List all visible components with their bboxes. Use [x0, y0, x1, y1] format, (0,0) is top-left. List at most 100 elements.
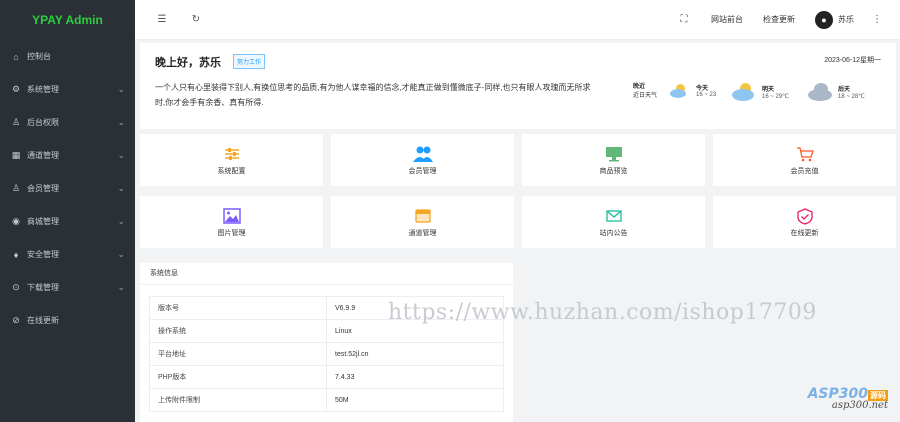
quick-tile-label: 站内公告 [599, 230, 628, 237]
watermark-logo: ASP300 源码 asp300.net [808, 386, 888, 411]
sidebar-item[interactable]: ▦ 通道管理 ⌄ [0, 139, 135, 172]
topbar: ☰ ↻ ⛶ 网站前台 检查更新 ● 苏乐 ⋮ [135, 0, 900, 40]
forecast-today: 今天 16 ~ 23 [670, 83, 716, 98]
check-update-link[interactable]: 检查更新 [763, 14, 795, 25]
info-value: 7.4.33 [326, 365, 504, 389]
sidebar-item-label: 在线更新 [27, 316, 59, 325]
gear-icon: ⚙ [11, 84, 21, 94]
system-info-title: 系统信息 [140, 263, 513, 285]
cart-icon [713, 146, 896, 162]
forecast-tomorrow: 明天 16 ~ 29℃ [732, 83, 789, 101]
sun-cloud-icon [670, 83, 692, 98]
info-value: test.52jl.cn [326, 342, 504, 366]
sidebar-item[interactable]: ◉ 商城管理 ⌄ [0, 205, 135, 238]
cloud-icon [808, 83, 834, 101]
greeting-date: 2023-06-12星期一 [824, 57, 881, 64]
quick-tile[interactable]: 系统配置 [140, 134, 323, 186]
sidebar-item[interactable]: ♙ 后台权限 ⌄ [0, 106, 135, 139]
brand-logo[interactable]: YPAY Admin [0, 0, 135, 40]
chevron-down-icon: ⌄ [117, 150, 125, 160]
quick-tile[interactable]: 会员充值 [713, 134, 896, 186]
sidebar-item[interactable]: ⊘ 在线更新 [0, 304, 135, 337]
chevron-down-icon: ⌄ [117, 216, 125, 226]
avatar[interactable]: ● [815, 10, 833, 29]
chevron-down-icon: ⌄ [117, 117, 125, 127]
sidebar-item[interactable]: ⚙ 系统管理 ⌄ [0, 73, 135, 106]
sidebar-item-label: 后台权限 [27, 118, 59, 127]
mail-icon [522, 208, 705, 224]
user-name[interactable]: 苏乐 [838, 14, 854, 25]
greeting-badge: 努力工作 [233, 54, 266, 69]
more-vertical-icon[interactable]: ⋮ [872, 14, 882, 25]
quick-tile[interactable]: 会员管理 [331, 134, 514, 186]
sidebar: YPAY Admin ⌂ 控制台 ⚙ 系统管理 ⌄ ♙ 后台权限 ⌄ ▦ 通道管理 ⌄ ♙ 会员管理 ⌄ ◉… [0, 0, 135, 422]
info-value: 50M [326, 388, 504, 412]
sidebar-item-label: 下载管理 [27, 283, 59, 292]
sidebar-item-label: 商城管理 [27, 217, 59, 226]
sidebar-item[interactable]: ⌂ 控制台 [0, 40, 135, 73]
window-icon [331, 208, 514, 224]
user-icon: ♙ [11, 183, 21, 193]
quick-tile-label: 通道管理 [408, 230, 437, 237]
weather-summary: 晚近 近日天气 [633, 83, 657, 101]
home-icon: ⌂ [13, 51, 19, 62]
fullscreen-icon[interactable]: ⛶ [677, 14, 691, 25]
sidebar-item-label: 控制台 [27, 52, 51, 61]
quick-tile[interactable]: 通道管理 [331, 196, 514, 248]
sidebar-item-label: 会员管理 [27, 184, 59, 193]
forecast-day: 明天 [762, 87, 775, 93]
download-icon: ⊙ [12, 282, 20, 292]
sidebar-menu: ⌂ 控制台 ⚙ 系统管理 ⌄ ♙ 后台权限 ⌄ ▦ 通道管理 ⌄ ♙ 会员管理 ⌄ ◉ 商城管理 ⌄ ♦ 安全管理 ⌄… [0, 40, 135, 337]
quick-tile[interactable]: 在线更新 [713, 196, 896, 248]
sidebar-item-label: 系统管理 [27, 85, 59, 94]
image-icon [140, 208, 323, 224]
sidebar-item[interactable]: ⊙ 下载管理 ⌄ [0, 271, 135, 304]
topbar-right: ⛶ 网站前台 检查更新 ● 苏乐 ⋮ [677, 10, 900, 29]
monitor-icon [522, 146, 705, 162]
hamburger-icon[interactable]: ☰ [155, 14, 169, 25]
chevron-down-icon: ⌄ [117, 249, 125, 259]
chevron-down-icon: ⌄ [117, 183, 125, 193]
info-key: 平台地址 [149, 342, 327, 366]
quick-tile-label: 商品预览 [599, 168, 628, 175]
sidebar-item[interactable]: ♙ 会员管理 ⌄ [0, 172, 135, 205]
chevron-down-icon: ⌄ [117, 282, 125, 292]
table-row: PHP版本 7.4.33 [149, 365, 504, 389]
sidebar-item-label: 安全管理 [27, 250, 59, 259]
info-key: 操作系统 [149, 319, 327, 343]
info-key: 上传附件限制 [149, 388, 327, 412]
quick-tile-label: 在线更新 [790, 230, 819, 237]
table-row: 平台地址 test.52jl.cn [149, 342, 504, 366]
table-row: 上传附件限制 50M [149, 388, 504, 412]
quick-tile[interactable]: 站内公告 [522, 196, 705, 248]
greeting-text: 一个人只有心里装得下别人,有换位思考的品质,有为他人谋幸福的信念,才能真正做到懂… [155, 83, 591, 107]
chevron-down-icon: ⌄ [117, 84, 125, 94]
diamond-icon: ♦ [13, 249, 19, 260]
greeting-title: 晚上好，苏乐 [155, 57, 221, 69]
quick-tile-label: 会员充值 [790, 168, 819, 175]
site-front-link[interactable]: 网站前台 [711, 14, 743, 25]
forecast-day: 今天 [696, 86, 709, 92]
system-info-card: 系统信息 版本号 V6.9.9 操作系统 Linux 平台地址 test.52jl.cn P… [140, 263, 513, 422]
sidebar-item-label: 通道管理 [27, 151, 59, 160]
forecast-range: 16 ~ 29℃ [762, 94, 789, 100]
shield-check-icon [713, 207, 896, 225]
refresh-icon[interactable]: ↻ [189, 14, 203, 25]
shop-icon: ◉ [12, 216, 20, 226]
quick-tile-label: 图片管理 [217, 230, 246, 237]
forecast-day-after: 后天 18 ~ 28℃ [808, 83, 865, 101]
info-key: 版本号 [149, 296, 327, 320]
sliders-icon [140, 146, 323, 162]
shield-icon: ⊘ [12, 315, 20, 325]
users-icon [331, 146, 514, 162]
quick-tile-label: 会员管理 [408, 168, 437, 175]
weather-title: 晚近 [633, 84, 646, 90]
quick-tile[interactable]: 图片管理 [140, 196, 323, 248]
quick-tile[interactable]: 商品预览 [522, 134, 705, 186]
sidebar-item[interactable]: ♦ 安全管理 ⌄ [0, 238, 135, 271]
grid-icon: ▦ [11, 150, 21, 160]
forecast-range: 18 ~ 28℃ [838, 94, 865, 100]
info-key: PHP版本 [149, 365, 327, 389]
sun-cloud-icon [732, 83, 758, 101]
quick-tile-label: 系统配置 [217, 168, 246, 175]
